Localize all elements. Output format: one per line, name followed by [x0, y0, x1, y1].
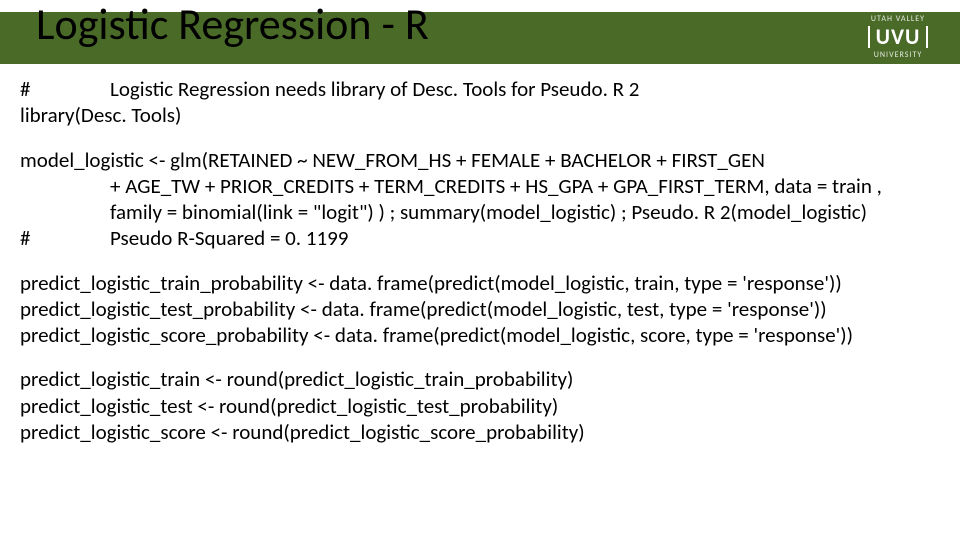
code-line: #Pseudo R-Squared = 0. 1199	[20, 225, 940, 251]
code-line: predict_logistic_train <- round(predict_…	[20, 366, 940, 392]
code-line: library(Desc. Tools)	[20, 102, 940, 128]
logo-bot-text: UNIVERSITY	[850, 50, 946, 60]
slide: Logistic Regression - R UTAH VALLEY UVU …	[0, 0, 960, 540]
code-line: predict_logistic_score <- round(predict_…	[20, 419, 940, 445]
code-line: #Logistic Regression needs library of De…	[20, 76, 940, 102]
code-line: predict_logistic_test <- round(predict_l…	[20, 393, 940, 419]
comment-hash: #	[20, 225, 110, 251]
logo-top-text: UTAH VALLEY	[850, 14, 946, 24]
slide-body: #Logistic Regression needs library of De…	[20, 76, 940, 463]
code-line: predict_logistic_train_probability <- da…	[20, 270, 940, 296]
comment-hash: #	[20, 76, 110, 102]
comment-text: Pseudo R-Squared = 0. 1199	[110, 225, 936, 251]
code-block-3: predict_logistic_train_probability <- da…	[20, 270, 940, 349]
code-block-4: predict_logistic_train <- round(predict_…	[20, 366, 940, 445]
code-line: model_logistic <- glm(RETAINED ~ NEW_FRO…	[20, 147, 940, 173]
code-line: predict_logistic_test_probability <- dat…	[20, 296, 940, 322]
uvu-logo: UTAH VALLEY UVU UNIVERSITY	[850, 14, 946, 60]
code-line: predict_logistic_score_probability <- da…	[20, 322, 940, 348]
logo-mid-text: UVU	[868, 26, 929, 48]
code-block-1: #Logistic Regression needs library of De…	[20, 76, 940, 129]
code-line: + AGE_TW + PRIOR_CREDITS + TERM_CREDITS …	[20, 173, 940, 199]
comment-text: Logistic Regression needs library of Des…	[110, 76, 936, 102]
slide-title: Logistic Regression - R	[36, 0, 429, 48]
code-line: family = binomial(link = "logit") ) ; su…	[20, 199, 940, 225]
code-block-2: model_logistic <- glm(RETAINED ~ NEW_FRO…	[20, 147, 940, 252]
